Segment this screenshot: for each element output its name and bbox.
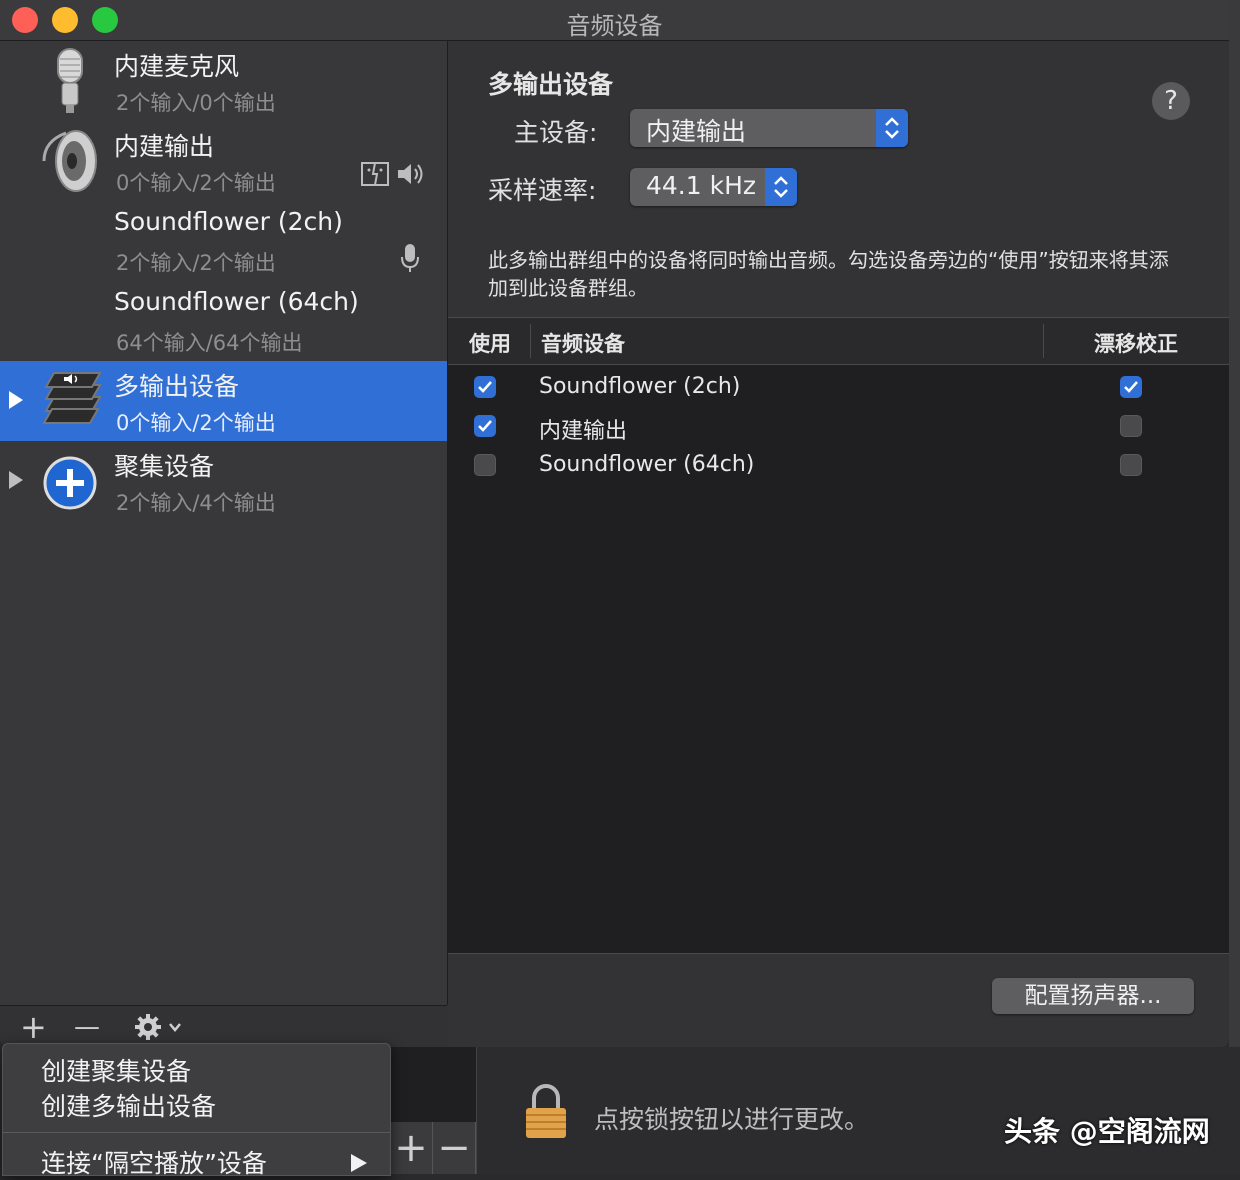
minus-icon: − xyxy=(433,1122,476,1174)
device-name: 内建输出 xyxy=(114,132,215,161)
drift-checkbox[interactable] xyxy=(1120,376,1142,398)
device-item-soundflower-64ch[interactable]: Soundflower (64ch) 64个输入/64个输出 xyxy=(0,281,447,361)
sample-rate-value: 44.1 kHz xyxy=(646,171,757,200)
use-checkbox[interactable] xyxy=(474,415,496,437)
gear-icon[interactable] xyxy=(134,1012,186,1042)
column-divider xyxy=(530,324,531,358)
submenu-arrow-icon xyxy=(351,1154,367,1172)
device-io: 0个输入/2个输出 xyxy=(116,171,276,195)
menu-item-create-multi-output[interactable]: 创建多输出设备 xyxy=(41,1087,216,1123)
sidebar-toolbar: + — xyxy=(0,1005,447,1047)
device-name: Soundflower (64ch) xyxy=(114,287,359,316)
device-item-builtin-output[interactable]: 内建输出 0个输入/2个输出 xyxy=(0,121,447,201)
table-header: 使用 音频设备 漂移校正 xyxy=(448,318,1229,365)
plus-icon: + xyxy=(390,1122,433,1174)
device-item-multi-output[interactable]: 多输出设备 0个输入/2个输出 xyxy=(0,361,447,441)
lock-hint-text: 点按锁按钮以进行更改。 xyxy=(594,1105,870,1134)
add-device-button[interactable]: + xyxy=(20,1008,47,1046)
sample-rate-popup[interactable]: 44.1 kHz xyxy=(630,168,797,206)
table-row: Soundflower (2ch) xyxy=(448,368,1229,407)
drift-checkbox[interactable] xyxy=(1120,454,1142,476)
device-name: Soundflower (2ch) xyxy=(114,207,343,236)
sample-rate-label: 采样速率: xyxy=(488,176,597,205)
speaker-icon xyxy=(42,130,97,192)
audio-devices-window: 音频设备 内建麦克风 2个输入/0个输出 内建输出 0个输入/2个输出 Soun… xyxy=(0,0,1229,1047)
column-divider xyxy=(1043,324,1044,358)
device-list: 内建麦克风 2个输入/0个输出 内建输出 0个输入/2个输出 Soundflow… xyxy=(0,41,448,1005)
title-bar: 音频设备 xyxy=(0,0,1229,41)
help-button[interactable]: ? xyxy=(1152,82,1190,120)
device-io: 2个输入/4个输出 xyxy=(116,491,276,515)
panel-footer: 配置扬声器... xyxy=(448,953,1229,1047)
window-title: 音频设备 xyxy=(566,12,663,40)
volume-icon xyxy=(398,164,423,184)
description-text: 此多输出群组中的设备将同时输出音频。勾选设备旁边的“使用”按钮来将其添加到此设备… xyxy=(488,248,1169,300)
menu-item-create-aggregate[interactable]: 创建聚集设备 xyxy=(41,1052,191,1088)
device-io: 2个输入/2个输出 xyxy=(116,251,276,275)
menu-item-airplay[interactable]: 连接“隔空播放”设备 xyxy=(41,1144,267,1180)
column-device[interactable]: 音频设备 xyxy=(541,328,625,358)
stepper-chevrons-icon xyxy=(876,109,908,147)
device-item-builtin-mic[interactable]: 内建麦克风 2个输入/0个输出 xyxy=(0,41,447,121)
device-io: 0个输入/2个输出 xyxy=(116,411,276,435)
configure-speakers-button[interactable]: 配置扬声器... xyxy=(992,978,1194,1014)
device-table: 使用 音频设备 漂移校正 Soundflower (2ch) 内建输出 Soun… xyxy=(448,317,1229,954)
background-plus-minus: + − xyxy=(390,1122,476,1174)
mic-small-icon xyxy=(401,244,419,272)
master-device-label: 主设备: xyxy=(514,118,598,147)
device-item-soundflower-2ch[interactable]: Soundflower (2ch) 2个输入/2个输出 xyxy=(0,201,447,281)
multi-output-icon xyxy=(42,372,102,424)
menu-separator xyxy=(3,1132,390,1133)
microphone-icon xyxy=(57,48,83,113)
device-io: 64个输入/64个输出 xyxy=(116,331,303,355)
lock-icon[interactable] xyxy=(524,1084,568,1138)
device-name: 聚集设备 xyxy=(114,452,215,481)
use-checkbox[interactable] xyxy=(474,376,496,398)
stepper-chevrons-icon xyxy=(765,168,797,206)
background-window-edge xyxy=(1229,0,1240,1174)
table-row: 内建输出 xyxy=(448,407,1229,446)
device-cell: 内建输出 xyxy=(539,419,628,444)
finder-icon xyxy=(361,162,389,186)
disclosure-triangle[interactable] xyxy=(9,471,23,489)
device-detail-panel: 多输出设备 ? 主设备: 内建输出 采样速率: 44.1 kHz 此多输出群组中… xyxy=(448,41,1229,1047)
table-row: Soundflower (64ch) xyxy=(448,446,1229,485)
panel-title: 多输出设备 xyxy=(488,70,614,99)
device-io: 2个输入/0个输出 xyxy=(116,91,276,115)
remove-device-button[interactable]: — xyxy=(74,1012,100,1042)
disclosure-triangle[interactable] xyxy=(9,391,23,409)
device-item-aggregate[interactable]: 聚集设备 2个输入/4个输出 xyxy=(0,441,447,521)
gear-dropdown-menu: 创建聚集设备 创建多输出设备 连接“隔空播放”设备 xyxy=(2,1043,391,1178)
column-drift[interactable]: 漂移校正 xyxy=(1094,328,1178,358)
drift-checkbox[interactable] xyxy=(1120,415,1142,437)
device-cell: Soundflower (2ch) xyxy=(539,374,741,399)
master-device-value: 内建输出 xyxy=(646,117,747,146)
column-use[interactable]: 使用 xyxy=(469,328,511,358)
aggregate-plus-icon xyxy=(43,456,97,510)
device-name: 内建麦克风 xyxy=(114,52,240,81)
use-checkbox[interactable] xyxy=(474,454,496,476)
device-name: 多输出设备 xyxy=(114,372,240,401)
device-cell: Soundflower (64ch) xyxy=(539,452,755,477)
watermark: 头条 @空阁流网 xyxy=(1004,1115,1210,1148)
master-device-popup[interactable]: 内建输出 xyxy=(630,109,908,147)
